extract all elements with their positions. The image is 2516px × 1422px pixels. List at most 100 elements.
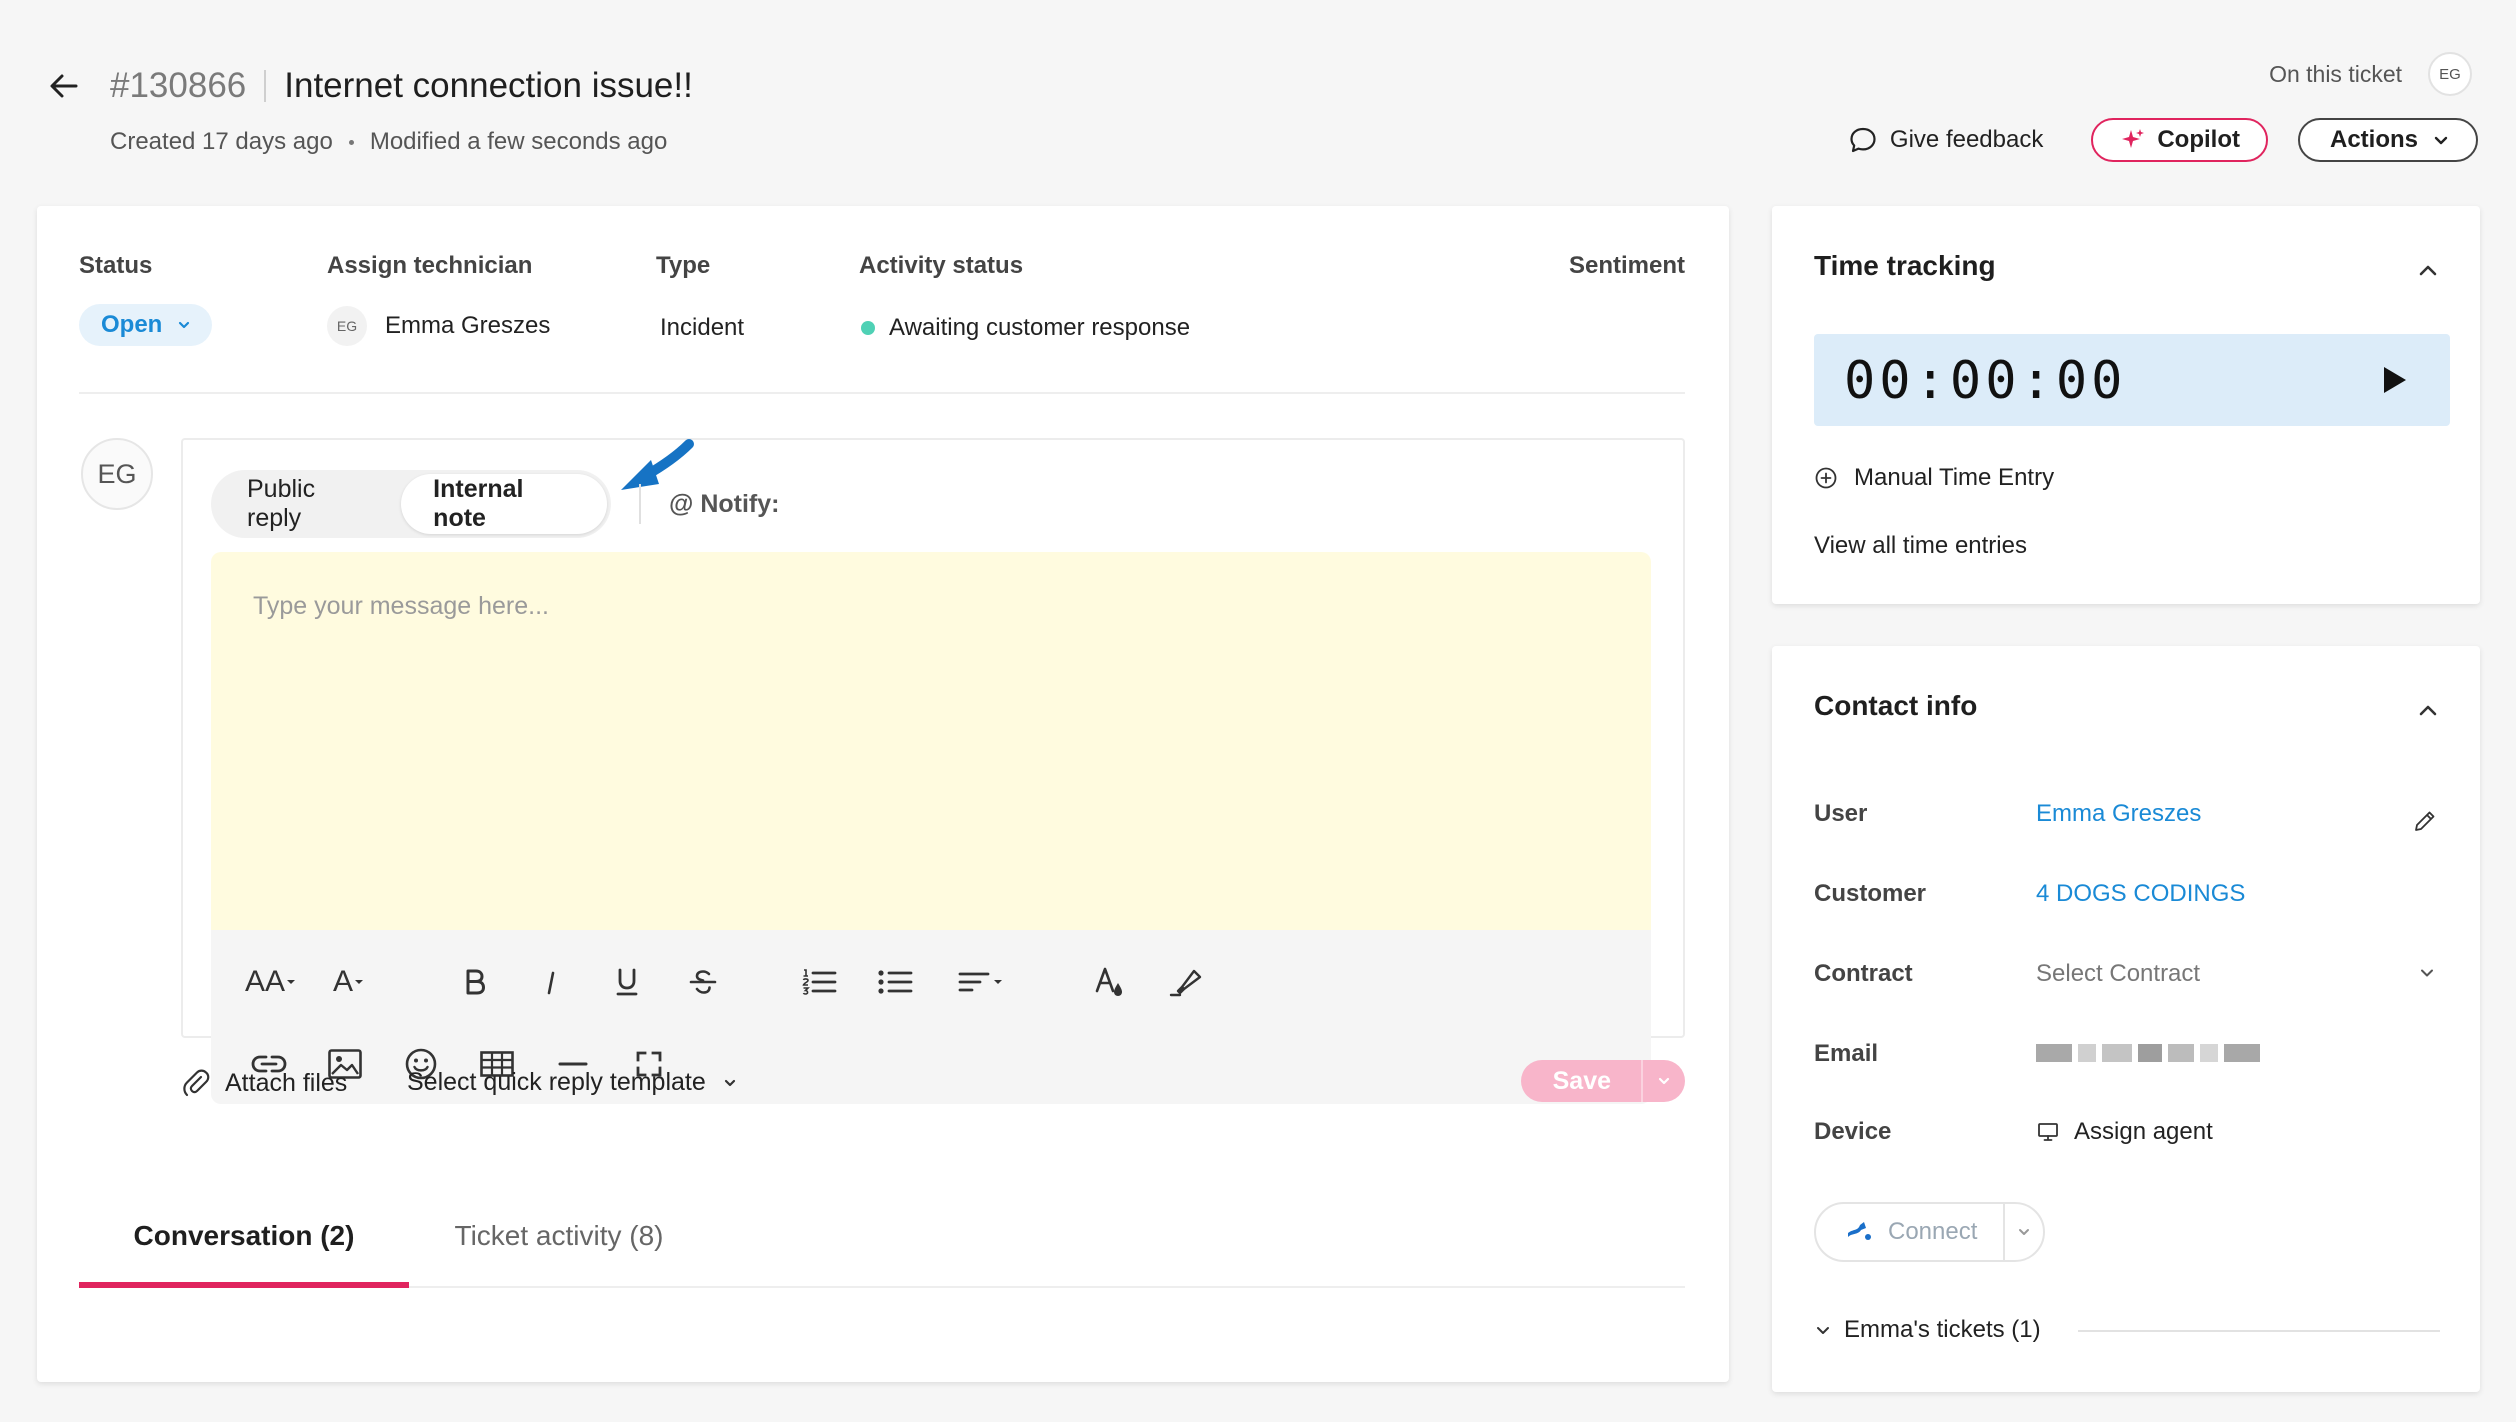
chevron-down-icon [1817, 1327, 1829, 1334]
contract-label: Contract [1814, 960, 1913, 987]
timer-value: 00:00:00 [1844, 351, 2127, 411]
highlight-button[interactable] [1163, 960, 1207, 1004]
font-size-glyph: AA [244, 965, 286, 998]
collapse-time-tracking-button[interactable] [2414, 256, 2442, 284]
font-size-button[interactable]: AA [241, 960, 301, 1004]
manual-time-entry-button[interactable]: Manual Time Entry [1814, 464, 2054, 492]
activity-status-selector[interactable]: Awaiting customer response [861, 314, 1190, 342]
arrow-left-icon [50, 74, 78, 98]
user-link[interactable]: Emma Greszes [2036, 800, 2201, 828]
sentiment-label: Sentiment [1568, 252, 1685, 279]
page-title: Internet connection issue!! [284, 66, 693, 105]
status-dropdown[interactable]: Open [79, 304, 213, 346]
type-selector[interactable]: Incident [660, 314, 744, 342]
technician-selector[interactable]: EG Emma Greszes [327, 306, 550, 346]
quick-reply-label: Select quick reply template [407, 1068, 706, 1096]
text-color-icon [1095, 967, 1122, 996]
chevron-down-icon [724, 1079, 735, 1086]
italic-button[interactable] [529, 960, 573, 1004]
customer-link[interactable]: 4 DOGS CODINGS [2036, 880, 2245, 908]
type-value: Incident [660, 314, 745, 341]
ticket-number: #130866 [110, 66, 247, 105]
caret-down-icon [287, 980, 296, 984]
user-tickets-toggle[interactable]: Emma's tickets (1) [1814, 1316, 2041, 1344]
monitor-icon [2038, 1123, 2058, 1141]
public-reply-tab[interactable]: Public reply [215, 474, 401, 534]
text-color-button[interactable] [1087, 960, 1131, 1004]
connect-button-group: Connect [1814, 1202, 2046, 1262]
user-tickets-label: Emma's tickets (1) [1844, 1316, 2041, 1343]
header-actions: Give feedback Copilot Actions [1848, 118, 2478, 162]
message-input[interactable] [253, 592, 1609, 890]
give-feedback-label: Give feedback [1889, 126, 2044, 153]
bulleted-list-button[interactable] [873, 960, 917, 1004]
start-timer-button[interactable] [2376, 362, 2412, 398]
save-button[interactable]: Save [1521, 1060, 1641, 1102]
save-options-button[interactable] [1641, 1060, 1685, 1102]
connect-label: Connect [1888, 1218, 1978, 1245]
edit-user-button[interactable] [2412, 808, 2438, 834]
chevron-up-icon [2419, 705, 2437, 716]
font-color-button[interactable]: A [321, 960, 377, 1004]
actions-dropdown[interactable]: Actions [2297, 118, 2478, 162]
ticket-main-card: Status Assign technician Type Activity s… [37, 206, 1729, 1382]
save-button-group: Save [1520, 1060, 1685, 1102]
contract-select[interactable]: Select Contract [2036, 960, 2200, 988]
connect-options-button[interactable] [2003, 1204, 2043, 1260]
numbered-list-icon [802, 969, 837, 995]
attach-files-label: Attach files [225, 1068, 348, 1097]
tab-ticket-activity[interactable]: Ticket activity (8) [409, 1220, 709, 1288]
assign-technician-label: Assign technician [327, 252, 533, 279]
notify-field[interactable]: @ Notify: [669, 490, 779, 519]
connect-button[interactable]: Connect [1816, 1204, 2003, 1260]
bold-button[interactable] [453, 960, 497, 1004]
user-label: User [1814, 800, 1868, 827]
view-all-time-entries-link[interactable]: View all time entries [1814, 532, 2027, 560]
status-label: Status [79, 252, 153, 279]
viewer-avatar[interactable]: EG [2428, 52, 2472, 96]
ticket-title-line: #130866 Internet connection issue!! [110, 62, 693, 110]
meta-separator-dot [348, 139, 354, 145]
strikethrough-button[interactable] [681, 960, 725, 1004]
ticket-meta: Created 17 days ago Modified a few secon… [110, 128, 667, 156]
tab-conversation[interactable]: Conversation (2) [79, 1220, 409, 1288]
manual-time-entry-label: Manual Time Entry [1854, 464, 2055, 491]
remote-connect-icon [1848, 1222, 1871, 1240]
chevron-up-icon [2419, 265, 2437, 276]
bold-icon [466, 969, 485, 995]
activity-status-dot [861, 321, 875, 335]
pencil-icon [2415, 811, 2435, 831]
activity-status-value: Awaiting customer response [889, 314, 1191, 341]
email-redacted-value [2036, 1044, 2260, 1062]
attach-files-button[interactable]: Attach files [181, 1068, 347, 1098]
ticket-tabs: Conversation (2) Ticket activity (8) [79, 1220, 1685, 1288]
plus-circle-icon [1815, 467, 1837, 489]
chevron-down-icon [2434, 136, 2448, 145]
chevron-down-icon [2019, 1229, 2030, 1235]
title-separator [264, 70, 267, 102]
chat-bubble-icon [1850, 127, 1876, 153]
device-label: Device [1814, 1118, 1892, 1145]
back-button[interactable] [44, 66, 84, 106]
sparkle-icon [2122, 129, 2145, 148]
actions-label: Actions [2329, 126, 2418, 153]
timer-display: 00:00:00 [1814, 334, 2450, 426]
chevron-down-icon [2421, 969, 2433, 977]
contract-dropdown-toggle[interactable] [2416, 962, 2438, 984]
message-editor [211, 552, 1651, 930]
strikethrough-icon [689, 970, 717, 994]
internal-note-tab[interactable]: Internal note [401, 474, 607, 534]
collapse-contact-info-button[interactable] [2414, 696, 2442, 724]
reply-mode-toggle: Public reply Internal note [211, 470, 611, 538]
italic-icon [547, 971, 555, 995]
underline-button[interactable] [605, 960, 649, 1004]
copilot-label: Copilot [2157, 126, 2240, 153]
copilot-button[interactable]: Copilot [2091, 118, 2268, 162]
align-button[interactable] [949, 960, 1013, 1004]
play-icon [2384, 367, 2406, 393]
give-feedback-button[interactable]: Give feedback [1848, 125, 2043, 155]
assign-agent-button[interactable]: Assign agent [2036, 1118, 2213, 1146]
quick-reply-template-dropdown[interactable]: Select quick reply template [407, 1068, 738, 1097]
numbered-list-button[interactable] [797, 960, 841, 1004]
minus-icon [558, 1062, 588, 1066]
